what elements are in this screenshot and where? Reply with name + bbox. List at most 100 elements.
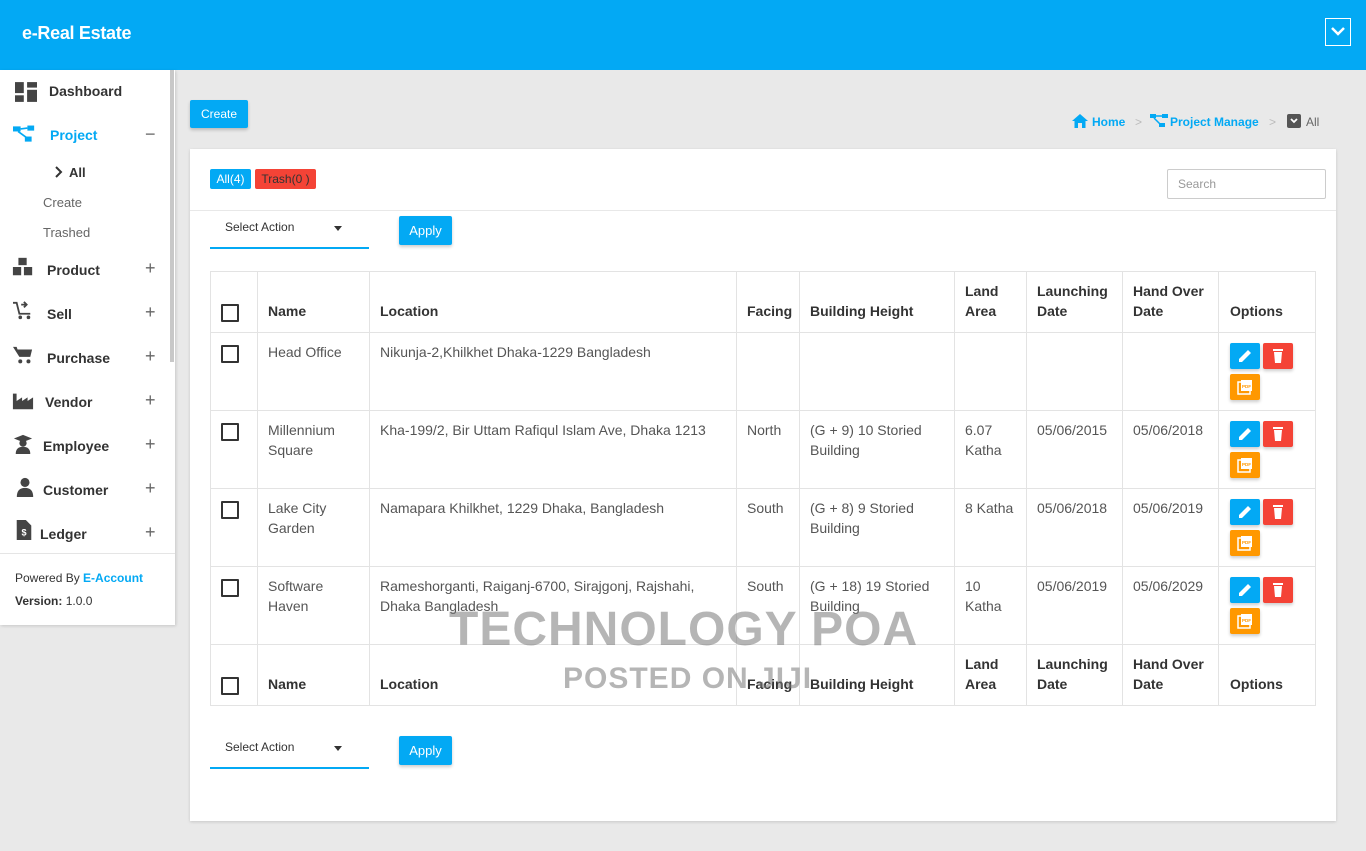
- select-all-checkbox-footer[interactable]: [221, 677, 239, 695]
- pdf-icon: PDF: [1237, 536, 1252, 551]
- filter-all-badge[interactable]: All(4): [210, 169, 251, 189]
- column-header-hand-over-date[interactable]: Hand Over: [1133, 281, 1204, 301]
- sidebar-item-label: Ledger: [40, 526, 87, 542]
- expand-icon[interactable]: +: [145, 478, 156, 499]
- row-checkbox[interactable]: [221, 579, 239, 597]
- column-header-name[interactable]: Name: [268, 301, 306, 321]
- column-header-land-area[interactable]: Area: [965, 301, 996, 321]
- trash-icon: [1273, 349, 1283, 363]
- column-footer-launching-date: Launching: [1037, 656, 1108, 672]
- watermark-subtitle: POSTED ON JIJI: [563, 662, 813, 695]
- column-footer-land-area: Land: [965, 656, 999, 672]
- cell-facing: South: [747, 578, 784, 594]
- expand-icon[interactable]: +: [145, 390, 156, 411]
- breadcrumb-project-manage[interactable]: Project Manage: [1170, 115, 1259, 129]
- factory-icon: [12, 393, 34, 410]
- column-header-location[interactable]: Location: [380, 301, 438, 321]
- select-action-label: Select Action: [225, 220, 295, 234]
- content-card: [190, 149, 1336, 821]
- edit-button[interactable]: [1230, 499, 1260, 525]
- cell-facing: South: [747, 500, 784, 516]
- cell-building-height: (G + 18) 19 Storied: [810, 578, 930, 594]
- expand-icon[interactable]: +: [145, 346, 156, 367]
- expand-icon[interactable]: +: [145, 434, 156, 455]
- sidebar-item-dashboard[interactable]: Dashboard: [0, 70, 175, 110]
- column-header-hand-over-date[interactable]: Date: [1133, 301, 1163, 321]
- breadcrumb-home[interactable]: Home: [1092, 115, 1125, 129]
- table-border: [369, 271, 370, 706]
- cell-facing: North: [747, 422, 782, 438]
- sidebar-subitem-all[interactable]: All: [69, 165, 86, 180]
- boxes-icon: [12, 257, 33, 276]
- cell-land-area: 8 Katha: [965, 500, 1014, 516]
- row-checkbox[interactable]: [221, 423, 239, 441]
- expand-icon[interactable]: +: [145, 258, 156, 279]
- pdf-button[interactable]: PDF: [1230, 530, 1260, 556]
- cell-launching-date: 05/06/2015: [1037, 422, 1108, 438]
- column-footer-options: Options: [1230, 676, 1283, 692]
- sidebar-subitem-trashed[interactable]: Trashed: [43, 225, 90, 240]
- app-title[interactable]: e-Real Estate: [22, 23, 131, 44]
- bulk-action-select-top[interactable]: Select Action: [210, 213, 369, 249]
- delete-button[interactable]: [1263, 343, 1293, 369]
- user-menu-toggle[interactable]: [1325, 18, 1351, 46]
- sidebar-item-label: Dashboard: [49, 83, 123, 99]
- bulk-action-select-bottom[interactable]: Select Action: [210, 733, 369, 769]
- collapse-icon[interactable]: −: [145, 124, 156, 145]
- card-divider: [190, 210, 1336, 211]
- column-footer-launching-date: Date: [1037, 676, 1068, 692]
- row-checkbox[interactable]: [221, 501, 239, 519]
- sidebar-item-product[interactable]: Product +: [0, 249, 175, 289]
- cell-hand-over-date: 05/06/2018: [1133, 422, 1204, 438]
- cell-location: Rameshorganti, Raiganj-6700, Sirajgonj, …: [380, 578, 695, 594]
- column-header-launching-date[interactable]: Date: [1037, 301, 1067, 321]
- chevron-right-icon: [55, 166, 63, 178]
- column-footer-building-height: Building Height: [810, 676, 914, 692]
- cell-land-area: Katha: [965, 598, 1002, 614]
- select-all-checkbox[interactable]: [221, 304, 239, 322]
- edit-button[interactable]: [1230, 343, 1260, 369]
- sidebar-item-label: Vendor: [45, 394, 93, 410]
- pdf-icon: PDF: [1237, 458, 1252, 473]
- search-input[interactable]: [1167, 169, 1326, 199]
- column-header-facing[interactable]: Facing: [747, 301, 792, 321]
- row-checkbox[interactable]: [221, 345, 239, 363]
- dashboard-icon: [15, 82, 37, 102]
- column-header-land-area[interactable]: Land: [965, 281, 998, 301]
- sidebar-item-purchase[interactable]: Purchase +: [0, 337, 175, 377]
- column-header-options: Options: [1230, 303, 1283, 319]
- watermark-title: TECHNOLOGY POA: [449, 603, 919, 656]
- delete-button[interactable]: [1263, 421, 1293, 447]
- powered-link[interactable]: E-Account: [83, 571, 143, 585]
- edit-button[interactable]: [1230, 577, 1260, 603]
- filter-trash-badge[interactable]: Trash(0 ): [255, 169, 316, 189]
- column-header-launching-date[interactable]: Launching: [1037, 281, 1108, 301]
- sidebar-subitem-create[interactable]: Create: [43, 195, 82, 210]
- sidebar-item-customer[interactable]: Customer +: [0, 469, 175, 509]
- sidebar-item-sell[interactable]: Sell +: [0, 293, 175, 333]
- create-button[interactable]: Create: [190, 100, 248, 128]
- sidebar-divider: [0, 553, 175, 554]
- pdf-button[interactable]: PDF: [1230, 608, 1260, 634]
- apply-button-bottom[interactable]: Apply: [399, 736, 452, 765]
- sidebar-item-ledger[interactable]: $ Ledger +: [0, 513, 175, 553]
- expand-icon[interactable]: +: [145, 522, 156, 543]
- pdf-button[interactable]: PDF: [1230, 452, 1260, 478]
- delete-button[interactable]: [1263, 499, 1293, 525]
- expand-icon[interactable]: +: [145, 302, 156, 323]
- sidebar-item-employee[interactable]: Employee +: [0, 425, 175, 465]
- trash-icon: [1273, 427, 1283, 441]
- column-footer-hand-over-date: Hand Over: [1133, 656, 1204, 672]
- pdf-button[interactable]: PDF: [1230, 374, 1260, 400]
- table-border: [210, 271, 1316, 272]
- apply-button-top[interactable]: Apply: [399, 216, 452, 245]
- graduate-icon: [13, 434, 33, 454]
- sidebar-item-label: Customer: [43, 482, 109, 498]
- sidebar-item-project[interactable]: Project −: [0, 114, 175, 154]
- sidebar-item-vendor[interactable]: Vendor +: [0, 381, 175, 421]
- sidebar-item-label: Employee: [43, 438, 110, 454]
- edit-button[interactable]: [1230, 421, 1260, 447]
- delete-button[interactable]: [1263, 577, 1293, 603]
- sidebar-item-label: Product: [47, 262, 100, 278]
- column-header-building-height[interactable]: Building Height: [810, 301, 913, 321]
